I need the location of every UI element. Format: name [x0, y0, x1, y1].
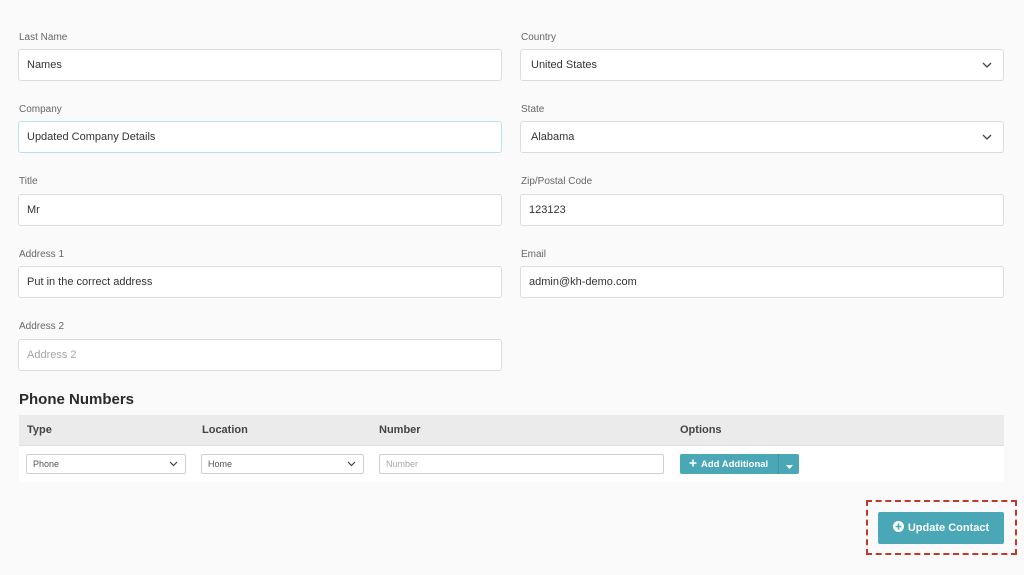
email-input[interactable] — [520, 266, 1004, 298]
phone-numbers-title: Phone Numbers — [19, 391, 135, 408]
last-name-label: Last Name — [19, 32, 68, 43]
email-label: Email — [521, 249, 547, 260]
chevron-down-icon — [981, 59, 993, 71]
add-additional-button[interactable]: Add Additional — [680, 454, 779, 474]
add-additional-group: Add Additional — [680, 454, 800, 474]
phone-table-header: Type Location Number Options — [19, 415, 1004, 446]
phone-type-value: Phone — [33, 459, 60, 469]
phone-row: Phone Home Add Additional — [19, 446, 1004, 482]
country-value: United States — [531, 59, 598, 71]
chevron-down-icon — [167, 458, 179, 470]
country-select[interactable]: United States — [520, 49, 1004, 81]
chevron-down-icon — [981, 131, 993, 143]
phone-location-value: Home — [208, 459, 233, 469]
zip-label: Zip/Postal Code — [521, 176, 593, 187]
column-header-type: Type — [27, 424, 52, 436]
plus-circle-icon — [892, 521, 904, 535]
update-contact-button[interactable]: Update Contact — [878, 512, 1004, 544]
state-value: Alabama — [531, 131, 575, 143]
plus-icon — [689, 459, 697, 470]
update-contact-label: Update Contact — [907, 522, 990, 534]
state-label: State — [521, 104, 545, 115]
last-name-input[interactable] — [18, 49, 502, 81]
address2-label: Address 2 — [19, 321, 65, 332]
column-header-location: Location — [202, 424, 248, 436]
address1-label: Address 1 — [19, 249, 65, 260]
column-header-options: Options — [680, 424, 722, 436]
chevron-down-icon — [345, 458, 357, 470]
phone-type-select[interactable]: Phone — [26, 454, 186, 474]
title-input[interactable] — [18, 194, 502, 226]
address2-input[interactable] — [18, 339, 502, 371]
title-label: Title — [19, 176, 38, 187]
country-label: Country — [521, 32, 557, 43]
column-header-number: Number — [379, 424, 421, 436]
add-additional-label: Add Additional — [701, 458, 769, 470]
state-select[interactable]: Alabama — [520, 121, 1004, 153]
zip-input[interactable] — [520, 194, 1004, 226]
phone-number-input[interactable] — [379, 454, 664, 474]
address1-input[interactable] — [18, 266, 502, 298]
caret-down-icon — [785, 457, 793, 472]
company-input[interactable] — [18, 121, 502, 153]
company-label: Company — [19, 104, 62, 115]
phone-location-select[interactable]: Home — [201, 454, 364, 474]
add-options-dropdown-button[interactable] — [778, 454, 800, 474]
